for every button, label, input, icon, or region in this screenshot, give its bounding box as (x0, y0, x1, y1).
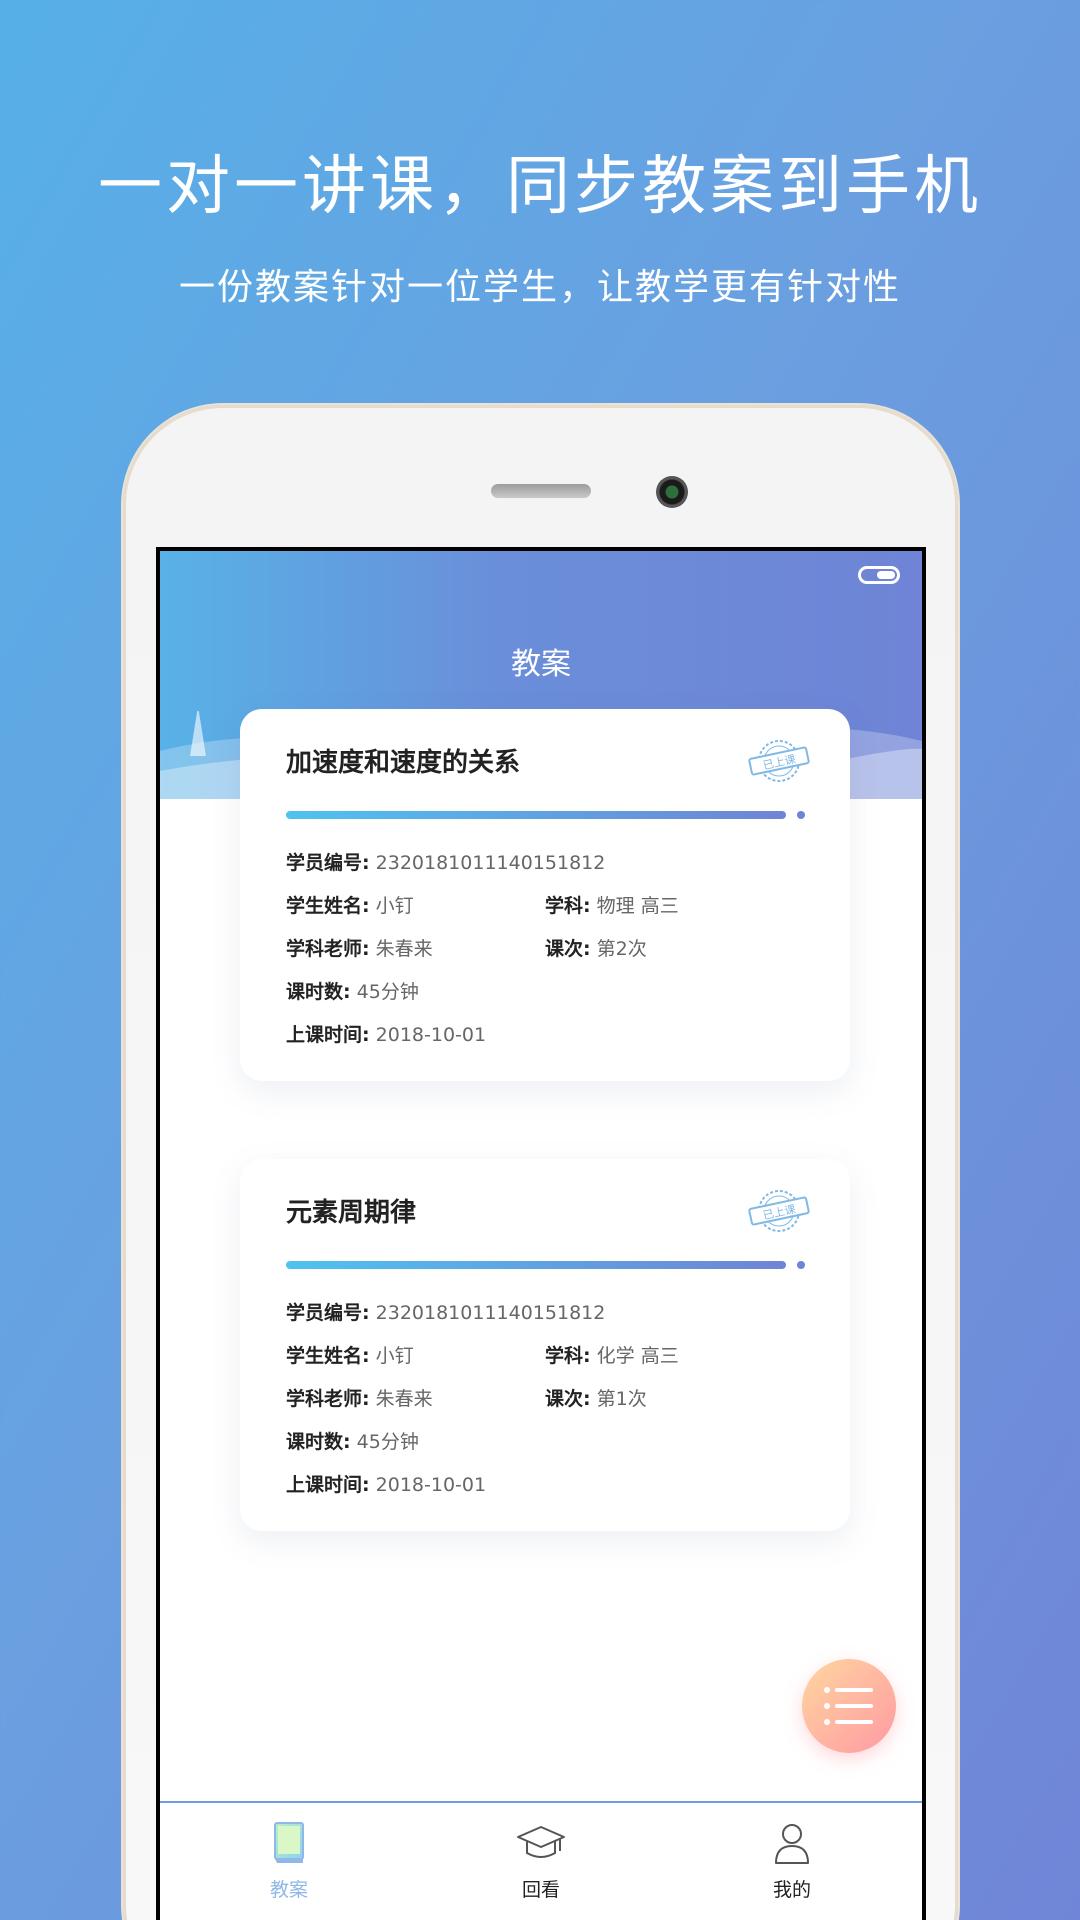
student-id-row: 学员编号: 2320181011140151812 (286, 852, 606, 874)
phone-camera (656, 476, 688, 508)
teacher-row: 学科老师: 朱春来 (286, 938, 433, 960)
class-time-row: 上课时间: 2018-10-01 (286, 1024, 487, 1046)
lesson-title: 元素周期律 (286, 1198, 417, 1228)
app-screen: 教案 加速度和速度的关系 已上课 学员编号: 23201810111401518… (160, 551, 922, 1920)
teacher-row: 学科老师: 朱春来 (286, 1388, 433, 1410)
battery-icon (858, 566, 900, 584)
student-id-row: 学员编号: 2320181011140151812 (286, 1302, 606, 1324)
promo-subtitle: 一份教案针对一位学生，让教学更有针对性 (178, 267, 901, 308)
lesson-count-row: 课次: 第2次 (545, 938, 647, 960)
stamp-icon: 已上课 (748, 1190, 810, 1232)
student-name-row: 学生姓名: 小钉 (286, 895, 414, 917)
promo-title: 一对一讲课，同步教案到手机 (98, 150, 982, 224)
progress-bar (286, 1261, 786, 1269)
tab-label: 教案 (269, 1879, 308, 1901)
lesson-card[interactable]: 元素周期律 已上课 学员编号: 2320181011140151812 学生姓名… (240, 1159, 850, 1531)
phone-screen: 教案 加速度和速度的关系 已上课 学员编号: 23201810111401518… (156, 547, 926, 1920)
class-time-row: 上课时间: 2018-10-01 (286, 1474, 487, 1496)
student-name-row: 学生姓名: 小钉 (286, 1345, 414, 1367)
bottom-tab-bar: 教案 回看 我的 (160, 1801, 922, 1920)
progress-end-dot (797, 811, 805, 819)
progress-bar (286, 811, 786, 819)
stamp-icon: 已上课 (748, 740, 810, 782)
lesson-count-row: 课次: 第1次 (545, 1388, 647, 1410)
list-icon (824, 1687, 873, 1725)
tab-label: 我的 (772, 1879, 811, 1901)
lesson-card[interactable]: 加速度和速度的关系 已上课 学员编号: 2320181011140151812 … (240, 709, 850, 1081)
subject-row: 学科: 物理 高三 (545, 895, 679, 917)
phone-speaker (491, 484, 591, 498)
list-fab-button[interactable] (802, 1659, 896, 1753)
tab-lesson-plans[interactable]: 教案 (219, 1821, 359, 1911)
tab-label: 回看 (521, 1879, 560, 1901)
hours-row: 课时数: 45分钟 (286, 1431, 419, 1453)
graduation-cap-icon (517, 1826, 565, 1858)
tab-playback[interactable]: 回看 (471, 1821, 611, 1911)
user-icon (775, 1824, 809, 1864)
page-title: 教案 (511, 647, 571, 682)
hours-row: 课时数: 45分钟 (286, 981, 419, 1003)
book-icon (274, 1822, 304, 1863)
progress-end-dot (797, 1261, 805, 1269)
lesson-title: 加速度和速度的关系 (286, 748, 521, 778)
subject-row: 学科: 化学 高三 (545, 1345, 679, 1367)
tab-profile[interactable]: 我的 (722, 1821, 862, 1911)
